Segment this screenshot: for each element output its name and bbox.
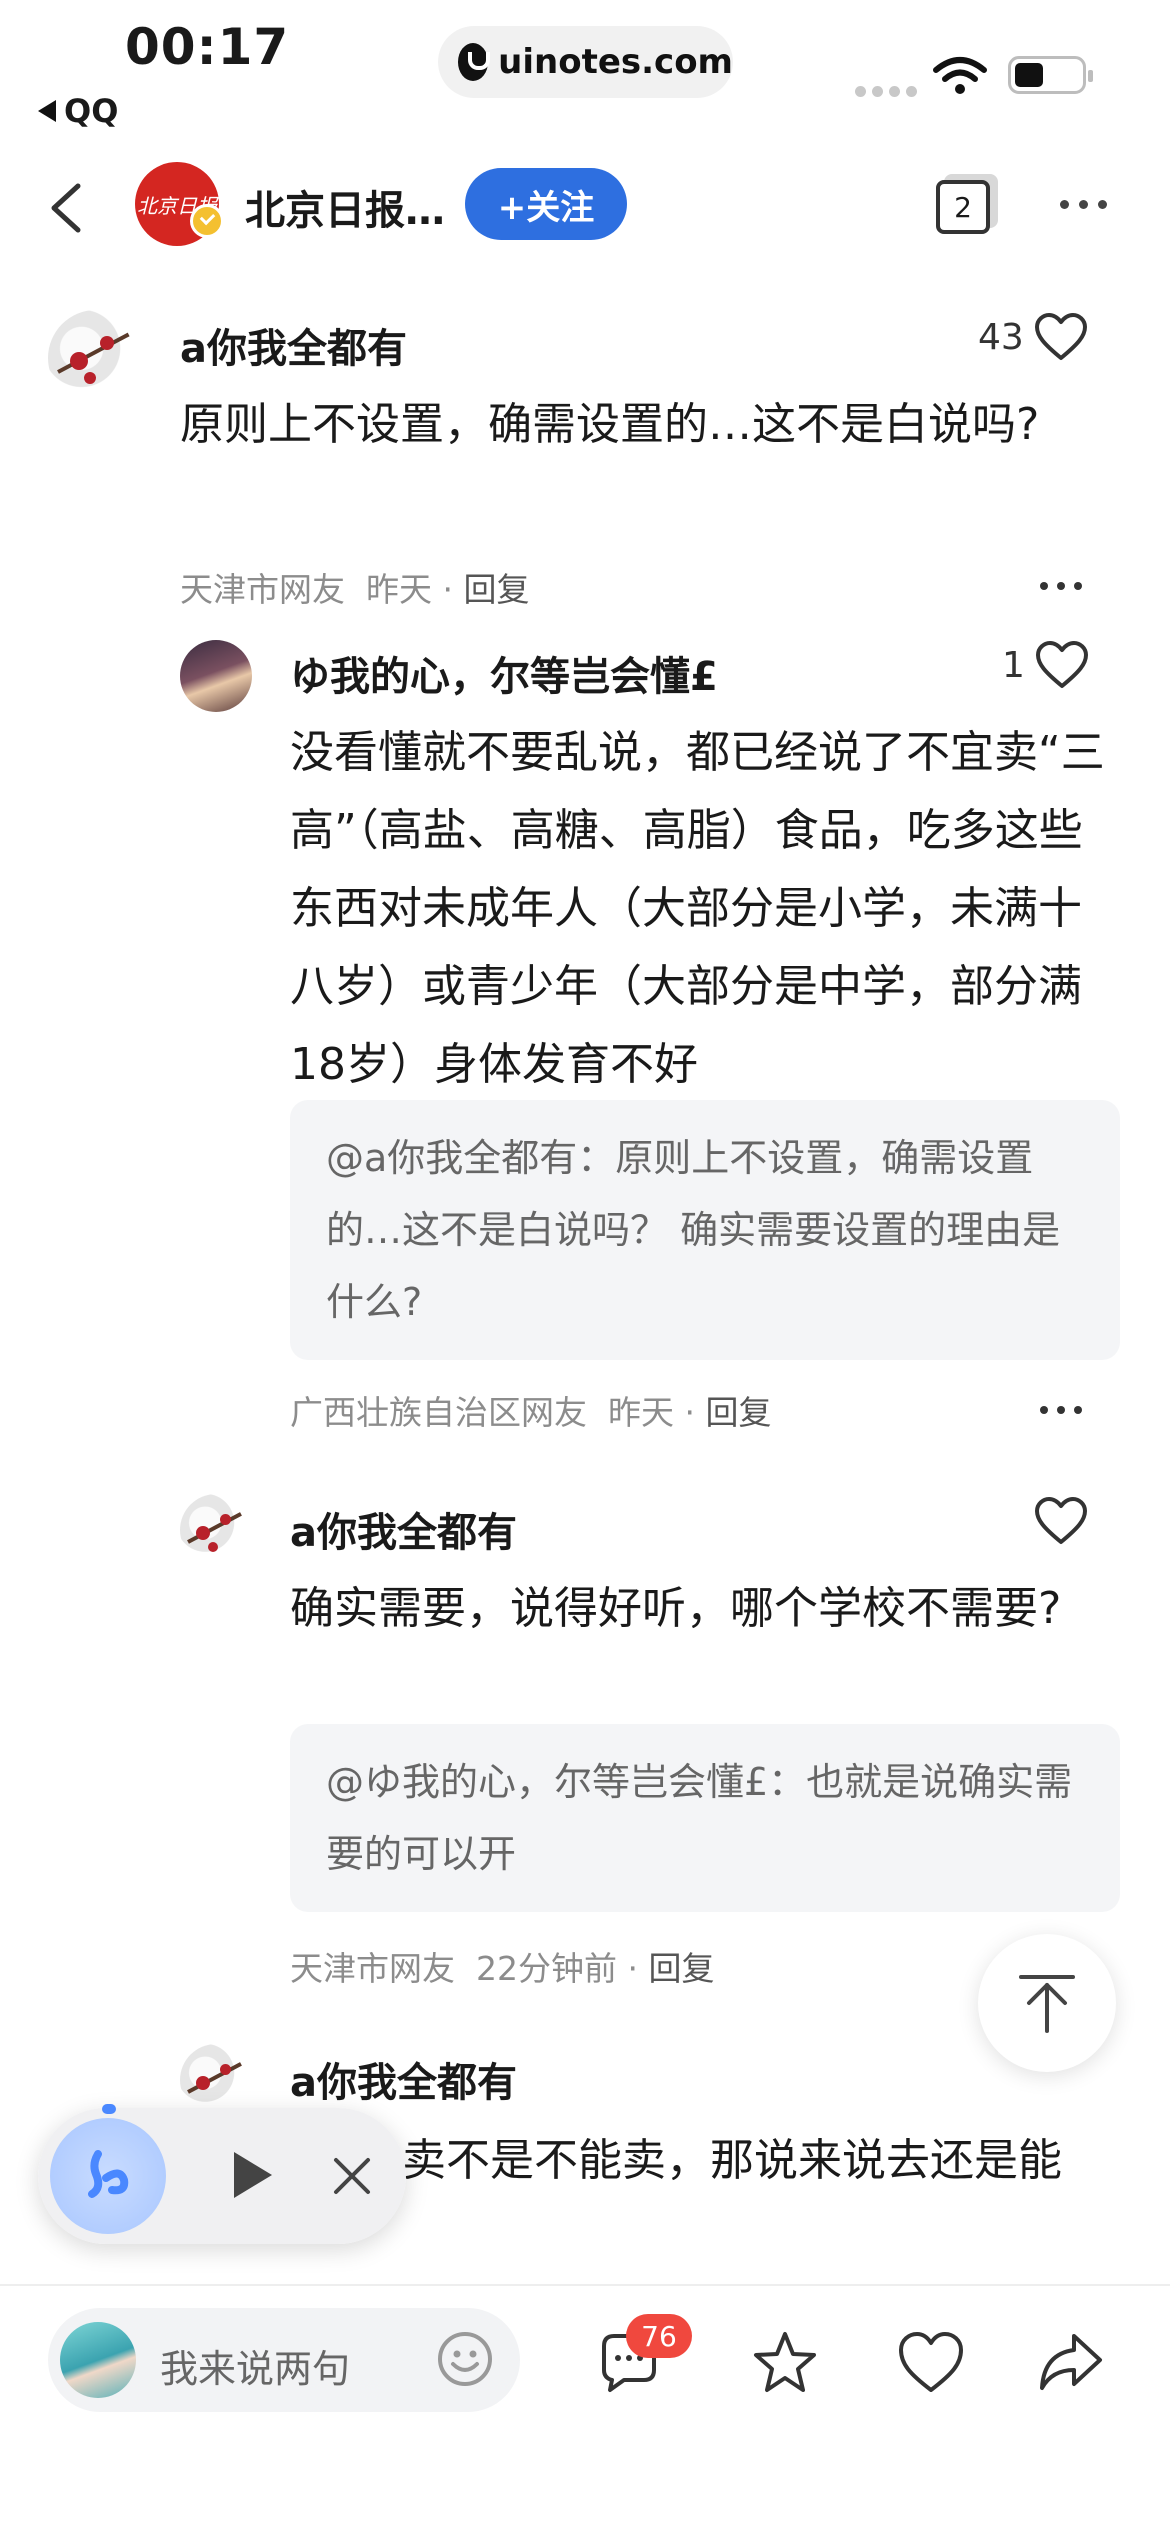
comment-meta: 广西壮族自治区网友 昨天 · 回复 <box>290 1393 772 1432</box>
comment-username[interactable]: a你我全都有 <box>290 2050 517 2108</box>
more-dots-icon[interactable] <box>1040 1406 1082 1414</box>
back-triangle-icon <box>38 100 56 122</box>
reply-button[interactable]: 回复 <box>705 1393 771 1432</box>
comment-text: 没看懂就不要乱说，都已经说了不宜卖“三高”（高盐、高糖、高脂）食品，吃多这些东西… <box>290 727 1105 1090</box>
scroll-to-top-button[interactable] <box>978 1934 1116 2072</box>
comment-location: 天津市网友 <box>290 1949 455 1988</box>
star-icon[interactable] <box>750 2328 820 2398</box>
comment-time: 昨天 <box>365 570 432 609</box>
avatar[interactable] <box>180 2044 252 2116</box>
url-pill[interactable]: uinotes.com <box>438 26 733 98</box>
comment-username[interactable]: ゆ我的心，尔等岂会懂£ <box>290 644 718 702</box>
comment-input-placeholder: 我来说两句 <box>160 2347 351 2391</box>
comment-meta: 天津市网友 22分钟前 · 回复 <box>290 1949 715 1988</box>
avatar[interactable] <box>180 640 252 712</box>
heart-icon <box>1035 1497 1087 1544</box>
more-dots-icon[interactable] <box>1040 582 1082 590</box>
tab-count: 2 <box>936 180 990 234</box>
emoji-icon[interactable] <box>436 2330 494 2388</box>
comment-input[interactable]: 我来说两句 <box>48 2308 520 2412</box>
more-dots-icon[interactable] <box>1060 200 1107 209</box>
battery-icon <box>1008 56 1093 94</box>
comment-username[interactable]: a你我全都有 <box>290 1500 517 1558</box>
comment-username[interactable]: a你我全都有 <box>180 316 407 374</box>
user-avatar <box>60 2322 136 2398</box>
like-count: 1 <box>1002 644 1025 686</box>
comment-count-badge: 76 <box>626 2314 692 2358</box>
quoted-comment: @ゆ我的心，尔等岂会懂£：也就是说确实需要的可以开 <box>290 1724 1120 1912</box>
comment-meta: 天津市网友 昨天 · 回复 <box>180 570 530 609</box>
verified-badge-icon <box>190 204 224 238</box>
url-text: uinotes.com <box>498 42 733 82</box>
share-icon[interactable] <box>1036 2328 1106 2398</box>
bottom-action-bar: 我来说两句 76 <box>0 2284 1170 2532</box>
heart-icon <box>1035 641 1088 688</box>
close-icon[interactable] <box>330 2154 374 2198</box>
heart-icon[interactable] <box>896 2328 966 2398</box>
like-button[interactable]: 1 <box>1002 640 1089 690</box>
wifi-icon <box>933 57 987 94</box>
avatar[interactable] <box>48 310 144 406</box>
tabs-button[interactable]: 2 <box>936 174 998 240</box>
article-header: 北京日报 北京日报… +关注 2 <box>0 150 1170 270</box>
heart-icon <box>1034 313 1087 360</box>
comment-time: 昨天 <box>607 1393 674 1432</box>
comment-location: 广西壮族自治区网友 <box>290 1393 587 1432</box>
back-to-app-button[interactable]: QQ <box>38 92 118 130</box>
like-button[interactable] <box>1034 1496 1088 1546</box>
avatar[interactable] <box>180 1494 252 1566</box>
site-logo-icon <box>458 43 491 81</box>
back-app-label: QQ <box>64 92 119 130</box>
arrow-up-top-icon <box>1019 1975 1075 2033</box>
audio-disc-icon[interactable] <box>50 2118 166 2234</box>
comment-text: 确实需要，说得好听，哪个学校不需要? <box>290 1583 1062 1634</box>
comment-location: 天津市网友 <box>180 570 345 609</box>
reply-button[interactable]: 回复 <box>648 1949 714 1988</box>
comment-text: 卖不是不能卖，那说来说去还是能 <box>402 2135 1062 2186</box>
status-bar: 00:17 QQ uinotes.com <box>0 0 1170 140</box>
audio-mini-player[interactable] <box>38 2104 406 2244</box>
status-time: 00:17 <box>125 18 290 76</box>
like-button[interactable]: 43 <box>978 312 1088 362</box>
comment-text: 原则上不设置，确需设置的…这不是白说吗? <box>180 399 1040 450</box>
like-count: 43 <box>978 316 1024 358</box>
quoted-comment: @a你我全都有：原则上不设置，确需设置的…这不是白说吗？ 确实需要设置的理由是什… <box>290 1100 1120 1360</box>
audio-wave-icon <box>88 2150 129 2198</box>
outlet-name[interactable]: 北京日报… <box>245 178 445 236</box>
chevron-left-icon[interactable] <box>40 178 100 238</box>
cellular-signal-icon <box>855 86 917 97</box>
reply-button[interactable]: 回复 <box>463 570 529 609</box>
comment-time: 22分钟前 <box>475 1949 617 1988</box>
follow-button[interactable]: +关注 <box>465 168 627 240</box>
play-icon[interactable] <box>234 2152 272 2198</box>
